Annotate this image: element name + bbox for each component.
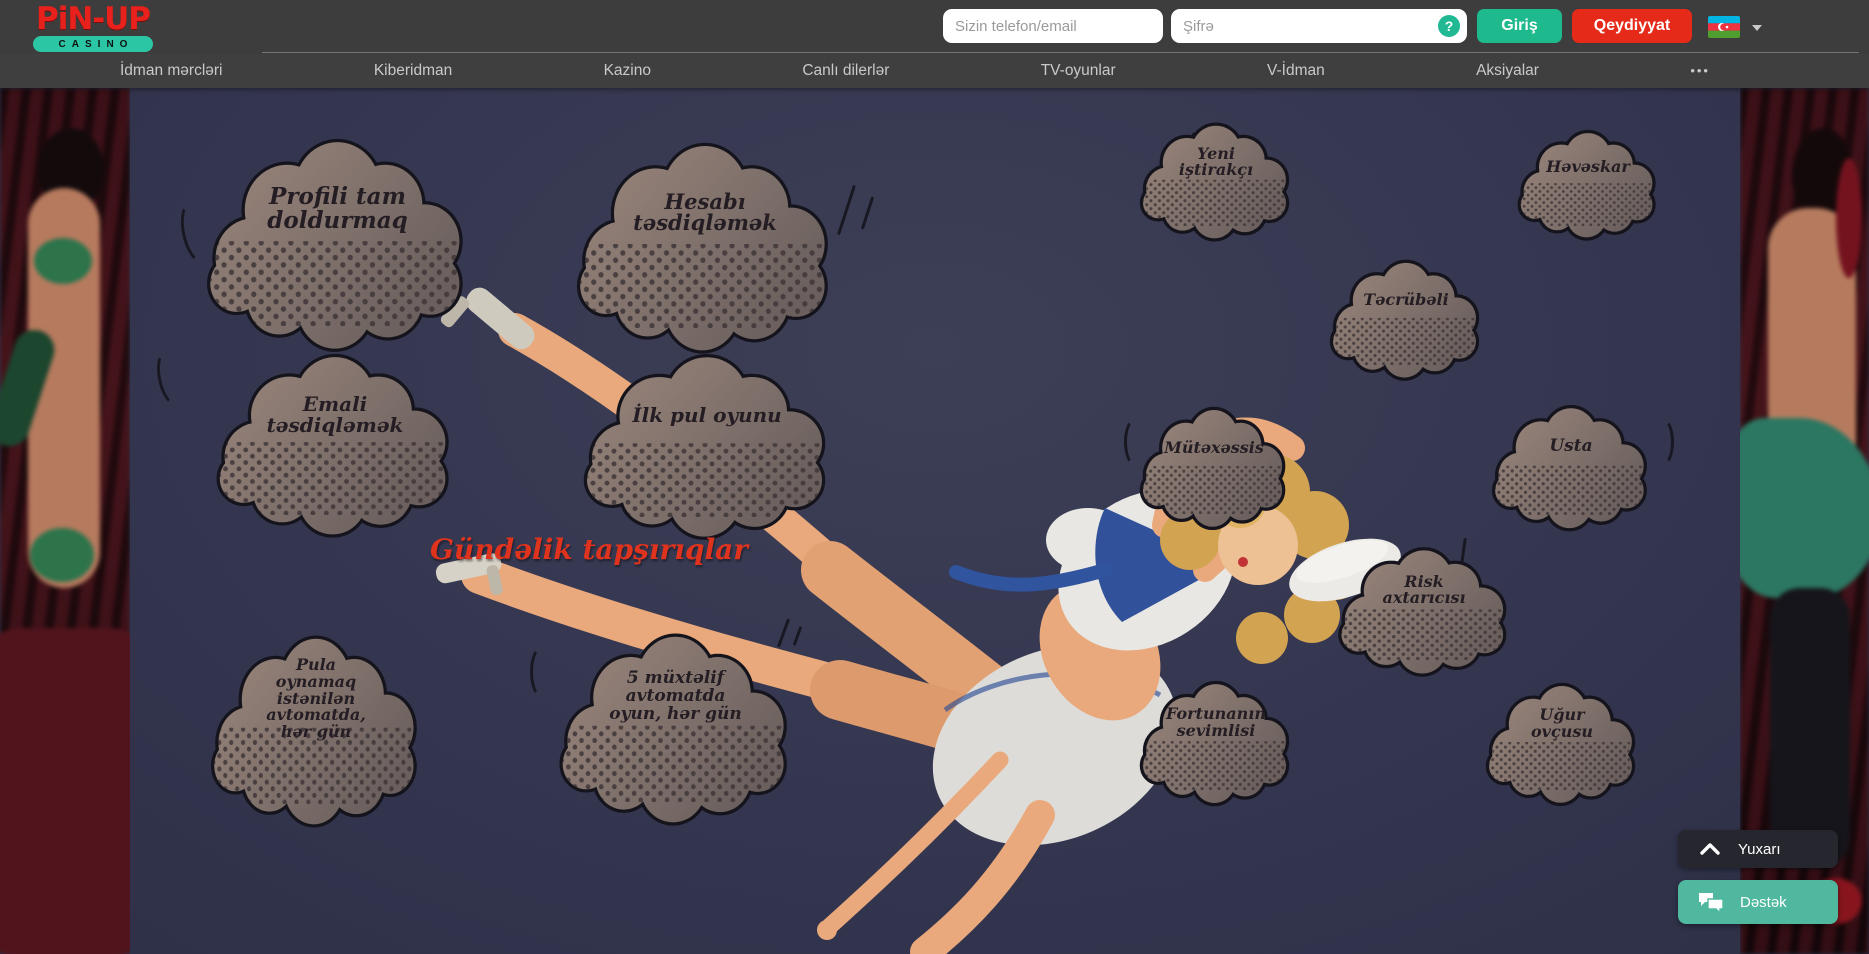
nav-item-2[interactable]: Kazino [604,62,651,80]
nav-more-button[interactable]: ••• [1690,66,1710,76]
pinup-logo[interactable]: PiN-UP CASINO [33,4,153,52]
chat-bubbles-icon [1698,891,1724,913]
achievement-badge-experienced[interactable]: Təcrübəli [1330,255,1482,365]
nav-item-6[interactable]: Aksiyalar [1476,62,1539,80]
badge-label: Profili tamdoldurmaq [224,154,452,265]
password-help-icon[interactable]: ? [1438,15,1460,37]
support-button[interactable]: Dəstək [1678,880,1838,924]
badge-label: İlk pul oyunu [600,367,815,463]
left-figure-green-bottom [30,528,94,582]
header-divider [262,52,1859,53]
achievement-badge-email-verify[interactable]: Emalitəsdiqləmək [215,345,455,515]
right-stockinged-legs [1770,588,1850,868]
right-showgirl-photo [1740,88,1869,954]
pinup-casino-page: { "header": { "logo": { "line1": "PiN-UP… [0,0,1869,954]
badge-label: Pulaoynamaqistənilənavtomatda,hər gün [225,649,407,749]
right-green-ruffle-skirt [1740,418,1869,598]
pinup-girl-illustration [400,240,1450,954]
badge-label: 5 müxtəlifavtomatdaoyun, hər gün [574,647,776,747]
arc-decoration [152,348,189,408]
badge-label: Usta [1503,415,1639,479]
nav-item-5[interactable]: V-İdman [1267,62,1325,80]
azerbaijan-flag-icon [1708,16,1740,38]
achievement-badge-first-money-game[interactable]: İlk pul oyunu [582,345,832,517]
chevron-up-icon [1700,843,1720,855]
logo-casino-label: CASINO [33,36,153,52]
achievement-badge-amateur[interactable]: Həvəskar [1518,126,1658,226]
speedline-decoration [861,196,874,229]
nav-item-1[interactable]: Kiberidman [374,62,452,80]
badge-label: Həvəskar [1528,139,1648,195]
register-button[interactable]: Qeydiyyat [1572,9,1692,43]
achievement-badge-master[interactable]: Usta [1492,400,1650,515]
password-field-wrap: ? [1171,9,1467,43]
language-selector[interactable] [1708,16,1766,40]
back-to-top-button[interactable]: Yuxarı [1678,830,1838,868]
phone-email-input[interactable] [943,9,1163,43]
chevron-down-icon [1752,25,1762,31]
password-input[interactable] [1171,9,1467,43]
logo-text: PiN-UP [33,4,153,34]
achievement-badge-luck-hunter[interactable]: Uğurovçusu [1486,678,1638,790]
achievement-badge-five-slots[interactable]: 5 müxtəlifavtomatdaoyun, hər gün [558,624,793,802]
achievement-badge-fortune-favorite[interactable]: Fortunanınsevimlisi [1140,676,1292,790]
badge-label: Fortunanınsevimlisi [1151,691,1282,755]
achievement-badge-profile-fill[interactable]: Profili tamdoldurmaq [205,128,470,326]
arc-decoration [1652,418,1674,466]
badge-label: Təcrübəli [1341,269,1472,331]
right-red-drape [1836,158,1862,278]
back-to-top-label: Yuxarı [1738,841,1781,858]
badge-label: Uğurovçusu [1497,693,1628,756]
arc-decoration [530,646,554,698]
left-showgirl-photo [0,88,130,954]
achievement-badge-new-participant[interactable]: Yeniiştirakçı [1140,118,1292,226]
login-button[interactable]: Giriş [1477,9,1562,43]
badge-label: Yeniiştirakçı [1151,132,1282,193]
left-figure-green-top [34,238,92,284]
badge-label: Emalitəsdiqləmək [232,367,438,462]
nav-item-3[interactable]: Canlı dilerlər [802,62,889,80]
achievement-badge-risk-seeker[interactable]: Riskaxtarıcısı [1338,542,1510,660]
nav-item-0[interactable]: İdman mərcləri [120,62,223,80]
main-nav: İdman mərcləri Kiberidman Kazino Canlı dile… [0,54,1869,88]
badge-label: Hesabıtəsdiqləmək [593,157,817,267]
achievement-badge-expert[interactable]: Mütəxəssis [1140,402,1288,514]
speedline-decoration [837,185,856,235]
daily-tasks-label: Gündəlik tapşırıqlar [430,533,748,566]
achievement-badge-account-verify[interactable]: Hesabıtəsdiqləmək [575,132,835,328]
left-red-sofa [0,628,130,954]
top-header: PiN-UP CASINO ? Giriş Qeydiyyat [0,0,1869,54]
nav-item-4[interactable]: TV-oyunlar [1041,62,1116,80]
support-label: Dəstək [1740,894,1787,911]
achievement-badge-play-for-money[interactable]: Pulaoynamaqistənilənavtomatda,hər gün [210,626,422,804]
badge-label: Riskaxtarıcısı [1350,557,1498,623]
badge-label: Mütəxəssis [1150,417,1277,480]
